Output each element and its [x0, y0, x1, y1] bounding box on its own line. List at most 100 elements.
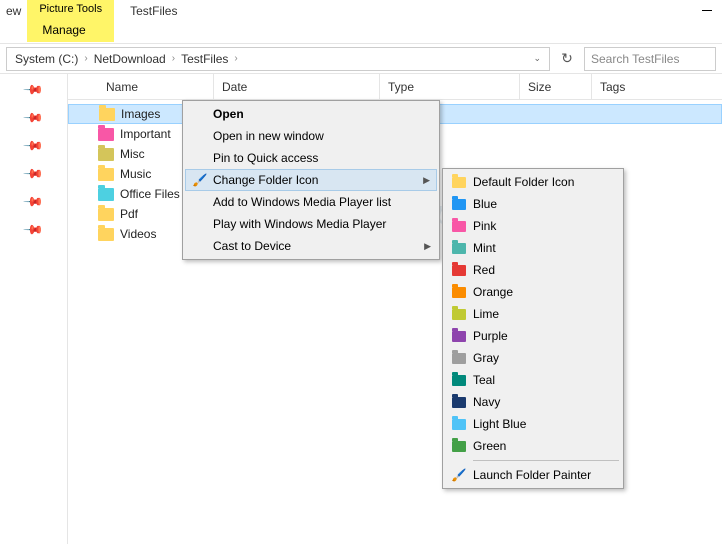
- pin-icon[interactable]: 📌: [22, 163, 45, 186]
- color-option-label: Mint: [473, 241, 496, 255]
- color-option-label: Blue: [473, 197, 497, 211]
- folder-color-icon: [451, 174, 467, 190]
- column-tags[interactable]: Tags: [592, 74, 722, 99]
- chevron-right-icon[interactable]: ›: [82, 53, 89, 64]
- color-option-gray[interactable]: Gray: [445, 347, 621, 369]
- folder-icon: [98, 208, 114, 221]
- ctx-open[interactable]: Open: [185, 103, 437, 125]
- breadcrumb-dropdown-icon[interactable]: ⌄: [529, 53, 545, 64]
- folder-icon: [98, 168, 114, 181]
- launch-label: Launch Folder Painter: [473, 468, 591, 482]
- color-option-light-blue[interactable]: Light Blue: [445, 413, 621, 435]
- color-option-green[interactable]: Green: [445, 435, 621, 457]
- ctx-open-new-window[interactable]: Open in new window: [185, 125, 437, 147]
- ribbon-bar: ew Picture Tools Manage TestFiles: [0, 0, 722, 44]
- folder-color-icon: [451, 394, 467, 410]
- pin-icon[interactable]: 📌: [22, 107, 45, 130]
- folder-color-icon: [451, 438, 467, 454]
- color-option-mint[interactable]: Mint: [445, 237, 621, 259]
- color-option-label: Pink: [473, 219, 496, 233]
- crumb-testfiles[interactable]: TestFiles: [177, 52, 232, 66]
- ctx-add-wmp-list[interactable]: Add to Windows Media Player list: [185, 191, 437, 213]
- folder-name: Misc: [120, 147, 145, 161]
- pin-icon[interactable]: 📌: [22, 79, 45, 102]
- brush-icon: 🖌️: [451, 467, 467, 483]
- color-option-red[interactable]: Red: [445, 259, 621, 281]
- color-option-label: Red: [473, 263, 495, 277]
- color-option-lime[interactable]: Lime: [445, 303, 621, 325]
- color-option-pink[interactable]: Pink: [445, 215, 621, 237]
- folder-name: Important: [120, 127, 171, 141]
- picture-tools-tab[interactable]: Picture Tools: [27, 0, 114, 18]
- color-option-purple[interactable]: Purple: [445, 325, 621, 347]
- folder-icon: [98, 148, 114, 161]
- chevron-right-icon: ▶: [424, 241, 431, 252]
- pin-icon[interactable]: 📌: [22, 135, 45, 158]
- picture-tools-group: Picture Tools Manage: [27, 0, 114, 42]
- ctx-cast-label: Cast to Device: [213, 239, 291, 253]
- breadcrumb[interactable]: System (C:) › NetDownload › TestFiles › …: [6, 47, 550, 71]
- chevron-right-icon[interactable]: ›: [170, 53, 177, 64]
- folder-color-icon: [451, 328, 467, 344]
- color-option-label: Orange: [473, 285, 513, 299]
- window-title: TestFiles: [114, 0, 193, 22]
- color-option-orange[interactable]: Orange: [445, 281, 621, 303]
- folder-color-icon: [451, 196, 467, 212]
- color-option-label: Default Folder Icon: [473, 175, 574, 189]
- folder-icon: [98, 228, 114, 241]
- color-option-label: Lime: [473, 307, 499, 321]
- color-option-label: Navy: [473, 395, 500, 409]
- pin-icon[interactable]: 📌: [22, 191, 45, 214]
- color-option-label: Green: [473, 439, 506, 453]
- folder-icon: [98, 128, 114, 141]
- folder-name: Office Files: [120, 187, 180, 201]
- pin-icon[interactable]: 📌: [22, 219, 45, 242]
- chevron-right-icon[interactable]: ›: [232, 53, 239, 64]
- folder-icon: [99, 108, 115, 121]
- manage-tab[interactable]: Manage: [27, 18, 114, 42]
- folder-color-icon: [451, 416, 467, 432]
- column-date[interactable]: Date: [214, 74, 380, 99]
- view-tab-fragment[interactable]: ew: [0, 0, 27, 22]
- crumb-system[interactable]: System (C:): [11, 52, 82, 66]
- context-menu: Open Open in new window Pin to Quick acc…: [182, 100, 440, 260]
- folder-color-icon: [451, 306, 467, 322]
- folder-color-icon: [451, 372, 467, 388]
- ctx-pin-quick-access[interactable]: Pin to Quick access: [185, 147, 437, 169]
- color-option-teal[interactable]: Teal: [445, 369, 621, 391]
- ctx-play-wmp[interactable]: Play with Windows Media Player: [185, 213, 437, 235]
- folder-color-icon: [451, 218, 467, 234]
- color-option-label: Gray: [473, 351, 499, 365]
- folder-color-icon: [451, 350, 467, 366]
- minimize-button[interactable]: [692, 0, 722, 20]
- refresh-button[interactable]: ↻: [556, 48, 578, 70]
- folder-name: Videos: [120, 227, 156, 241]
- color-option-label: Purple: [473, 329, 508, 343]
- folder-name: Images: [121, 107, 160, 121]
- launch-folder-painter[interactable]: 🖌️ Launch Folder Painter: [445, 464, 621, 486]
- column-size[interactable]: Size: [520, 74, 592, 99]
- quick-access-column: 📌 📌 📌 📌 📌 📌: [0, 74, 68, 544]
- ctx-change-folder-icon-label: Change Folder Icon: [213, 173, 318, 187]
- ctx-cast-to-device[interactable]: Cast to Device ▶: [185, 235, 437, 257]
- column-headers: Name Date Type Size Tags: [68, 74, 722, 100]
- folder-color-icon: [451, 262, 467, 278]
- color-option-label: Teal: [473, 373, 495, 387]
- color-option-blue[interactable]: Blue: [445, 193, 621, 215]
- crumb-netdownload[interactable]: NetDownload: [90, 52, 170, 66]
- ctx-change-folder-icon[interactable]: 🖌️ Change Folder Icon ▶: [185, 169, 437, 191]
- folder-color-icon: [451, 284, 467, 300]
- chevron-right-icon: ▶: [423, 175, 430, 186]
- address-bar-row: System (C:) › NetDownload › TestFiles › …: [0, 44, 722, 74]
- column-type[interactable]: Type: [380, 74, 520, 99]
- color-option-navy[interactable]: Navy: [445, 391, 621, 413]
- folder-icon: [98, 188, 114, 201]
- main-area: 📌 📌 📌 📌 📌 📌 SnapFiles Name Date Type Siz…: [0, 74, 722, 544]
- color-option-default-folder-icon[interactable]: Default Folder Icon: [445, 171, 621, 193]
- color-option-label: Light Blue: [473, 417, 526, 431]
- search-input[interactable]: Search TestFiles: [584, 47, 716, 71]
- folder-name: Music: [120, 167, 151, 181]
- column-name[interactable]: Name: [98, 74, 214, 99]
- color-submenu: Default Folder Icon Blue Pink Mint Red Orange…: [442, 168, 624, 489]
- folder-color-icon: [451, 240, 467, 256]
